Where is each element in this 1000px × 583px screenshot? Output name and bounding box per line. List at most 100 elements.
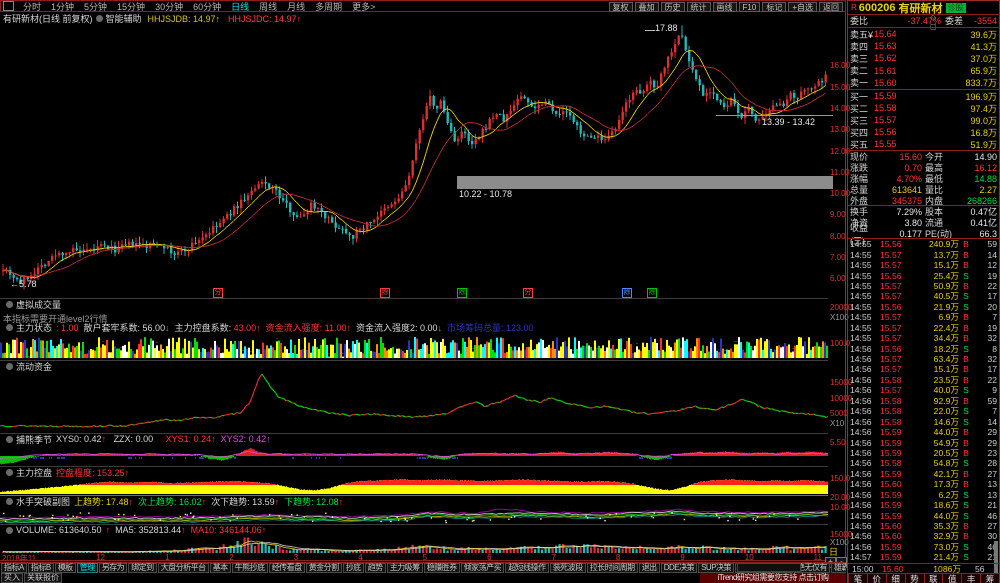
indicator-value: : 1.00 [56,323,79,333]
zhuli-status-band-chart[interactable] [0,333,828,359]
buy-row[interactable]: 买四15.5616.8万 [848,126,999,138]
window-restore-icon[interactable] [3,1,14,11]
buy-row[interactable]: 买五15.5551.9万 [848,138,999,150]
tab-30分钟[interactable]: 30分钟 [150,0,188,13]
trade-direction: S [959,500,973,510]
stock-badge[interactable]: 诊股 [946,3,966,13]
toolbar-item-倾家荡产买[interactable]: 倾家荡产买 [461,563,505,573]
toolbar-item-黄金分割[interactable]: 黄金分割 [306,563,342,573]
info-value: 268266 [951,196,997,206]
toolbar-item-装死波段[interactable]: 装死波段 [550,563,586,573]
toolbar-item-模板[interactable]: 模板 [55,563,76,573]
smart-assist-label[interactable]: 智能辅助 [106,12,142,25]
tab-5分钟[interactable]: 5分钟 [79,0,112,13]
button-统计[interactable]: 统计 [687,2,711,12]
sell-row[interactable]: 卖四15.6341.3万 [848,40,999,52]
event-marker[interactable]: 分 [213,288,223,298]
quote-tab-势[interactable]: 势 [905,573,924,583]
toolbar-item-稳赚胜券[interactable]: 稳赚胜券 [424,563,460,573]
fund-flow-chart[interactable] [0,372,828,432]
button-返回[interactable]: 返回 [819,2,843,12]
panel-dot-icon[interactable] [6,527,13,534]
toolbar-item-基本[interactable]: 基本 [210,563,231,573]
tab-周线[interactable]: 周线 [254,0,282,13]
panel-dot-icon[interactable] [6,301,13,308]
toolbar-input[interactable] [737,563,801,572]
tab-日线[interactable]: 日线 [226,0,254,13]
button-叠加[interactable]: 叠加 [635,2,659,12]
tab-60分钟[interactable]: 60分钟 [188,0,226,13]
button-历史[interactable]: 历史 [661,2,685,12]
panel-dot-icon[interactable] [6,469,13,476]
button-画线[interactable]: 画线 [713,2,737,12]
subscribe-promo-link[interactable]: iTrend研究组需要您支持 点击订购 [700,573,846,583]
tab-月线[interactable]: 月线 [282,0,310,13]
info-value: 0.70 [877,163,922,173]
panel-dot-icon[interactable] [6,436,13,443]
buy-row[interactable]: 买二15.5897.4万 [848,102,999,114]
toolbar-item-DDE决策[interactable]: DDE决策 [661,563,697,573]
toolbar-item-管理[interactable]: 管理 [77,563,98,573]
tab-分时[interactable]: 分时 [18,0,46,13]
control-degree-chart[interactable] [0,479,828,495]
event-marker[interactable]: 除 [457,288,467,298]
toolbar-item-指标A[interactable]: 指标A [1,563,27,573]
toolbar-item-SUP决策[interactable]: SUP决策 [698,563,734,573]
trade-direction: B [959,427,973,437]
sell-row[interactable]: 卖三15.6237.0万 [848,52,999,64]
trade-time: 14:55 [850,312,880,322]
quote-tab-值[interactable]: 值 [942,573,961,583]
quote-tab-联[interactable]: 联 [924,573,943,583]
quote-tab-丰[interactable]: 丰 [961,573,980,583]
toolbar-item-雄霸股市[interactable]: 雄霸股市 [831,563,846,573]
sell-row[interactable]: 卖一15.60833.7万 [848,77,999,89]
event-marker[interactable]: 除 [622,288,632,298]
toolbar-item-指标B[interactable]: 指标B [28,563,54,573]
transaction-list[interactable]: 14:5515.56240.9万B5914:5515.5713.7万B1414:… [848,239,999,563]
tab-15分钟[interactable]: 15分钟 [112,0,150,13]
trade-direction: S [959,542,973,552]
trade-time: 14:55 [850,260,880,270]
indicator-value: ↑ [262,525,267,535]
sell-row[interactable]: 卖二15.6165.9万 [848,65,999,77]
button-复权[interactable]: 复权 [609,2,633,12]
toolbar-item-趋势[interactable]: 趋势 [365,563,386,573]
toolbar-item-大盘分析平台[interactable]: 大盘分析平台 [158,563,209,573]
toolbar-item-超短线操作[interactable]: 超短线操作 [505,563,549,573]
toolbar-item-抄底[interactable]: 抄底 [343,563,364,573]
toolbar-item-牛熊抄底[interactable]: 牛熊抄底 [232,563,268,573]
toolbar-item-经传看盘[interactable]: 经传看盘 [269,563,305,573]
tab-1分钟[interactable]: 1分钟 [46,0,79,13]
panel-dot-icon[interactable] [6,498,13,505]
event-marker[interactable]: 分 [523,288,533,298]
quote-tab-筹[interactable]: 筹 [980,573,999,583]
toolbar-item-拉长时间周期[interactable]: 拉长时间周期 [587,563,638,573]
sailor-breakout-ribbon[interactable] [0,508,828,524]
bear-season-oscillator[interactable] [0,445,828,466]
quote-tab-细[interactable]: 细 [886,573,905,583]
button-F10[interactable]: F10 [739,2,761,12]
toolbar-item-另存为[interactable]: 另存为 [99,563,128,573]
panel-dot-icon[interactable] [6,363,13,370]
toolbar-item-绑定到[interactable]: 绑定到 [128,563,157,573]
transaction-row[interactable]: 14:5715.5921.4万S21 [848,552,999,562]
trade-direction: S [959,344,973,354]
toolbar-item-主力吸筹[interactable]: 主力吸筹 [387,563,423,573]
event-marker[interactable]: 除 [380,288,390,298]
button-+自选[interactable]: +自选 [788,2,817,12]
tab-多周期[interactable]: 多周期 [310,0,347,13]
quote-tab-价[interactable]: 价 [867,573,886,583]
toolbar-item-关联报价[interactable]: 关联报价 [24,573,62,583]
candlestick-chart[interactable] [0,25,828,291]
buy-row[interactable]: 买一15.59196.9万 [848,90,999,102]
sell-row[interactable]: 卖五¥15.6439.6万 [848,28,999,40]
toolbar-item-退出[interactable]: 退出 [639,563,660,573]
button-标记[interactable]: 标记 [762,2,786,12]
buy-row[interactable]: 买三15.5799.0万 [848,114,999,126]
tab-更多>[interactable]: 更多> [347,0,380,13]
toolbar-item-买入[interactable]: 买入 [1,573,23,583]
panel-dot-icon[interactable] [6,324,13,331]
quote-tab-笔[interactable]: 笔 [848,573,867,583]
event-marker[interactable]: 除 [647,288,657,298]
volume-bars-chart[interactable] [0,537,828,553]
